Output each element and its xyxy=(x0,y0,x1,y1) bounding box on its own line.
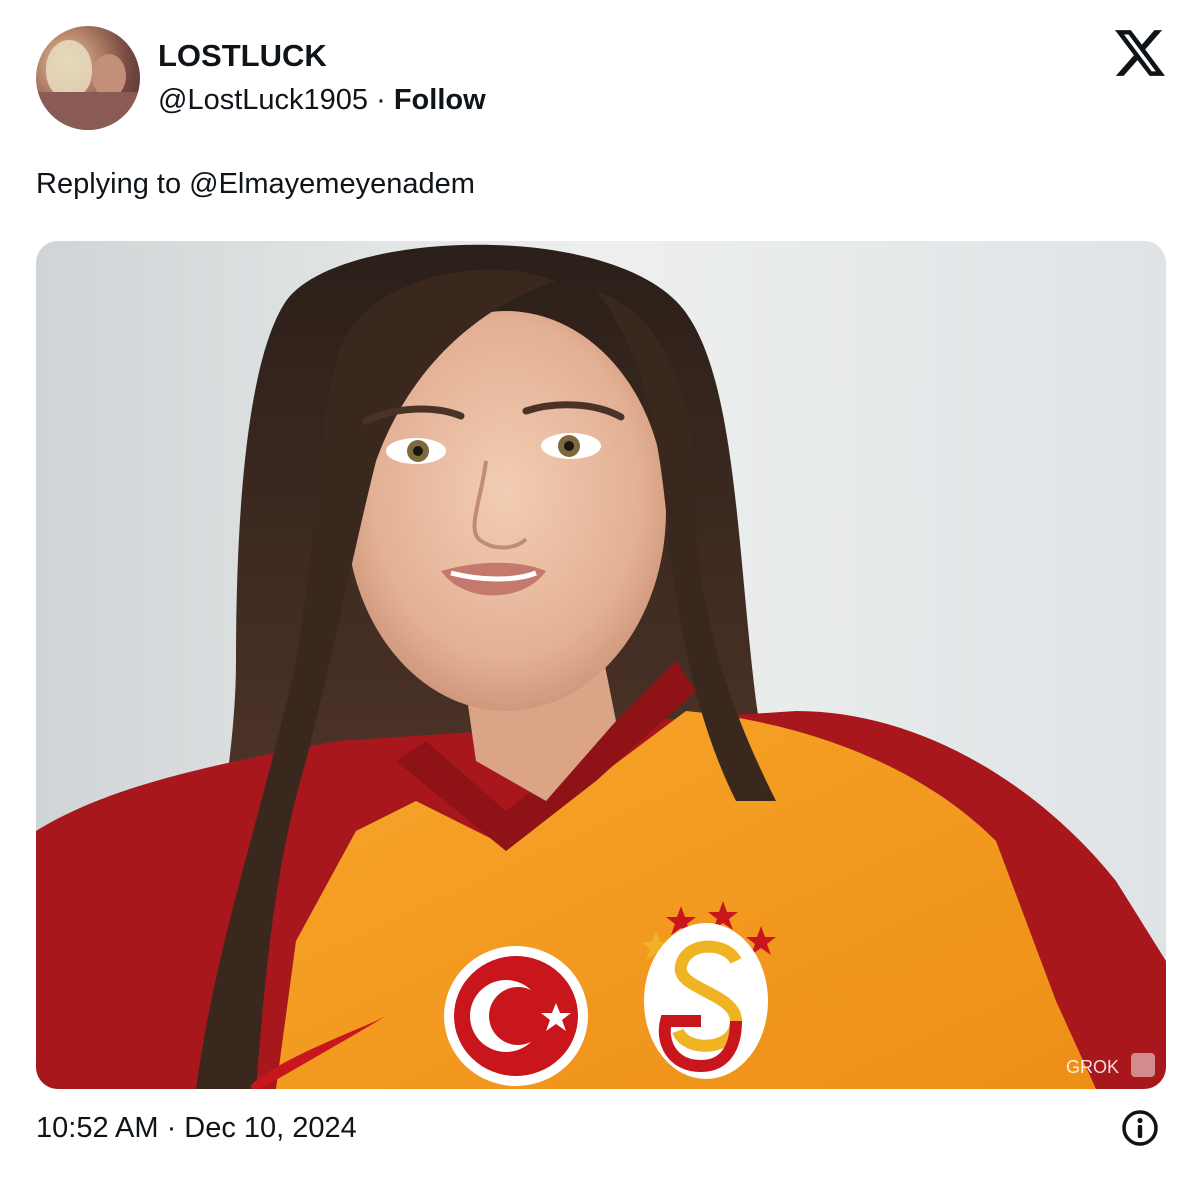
avatar-shoulders xyxy=(36,92,140,130)
author-handle-row: @LostLuck1905 · Follow xyxy=(158,82,486,118)
photo-watermark: GROK xyxy=(1066,1057,1119,1077)
avatar-figure-1 xyxy=(46,40,92,98)
info-icon[interactable] xyxy=(1120,1108,1160,1148)
follow-button[interactable]: Follow xyxy=(394,84,486,116)
handle-separator: · xyxy=(376,84,386,116)
photo-illustration: GROK xyxy=(36,241,1166,1089)
reply-context[interactable]: Replying to @Elmayemeyenadem xyxy=(36,166,475,202)
author-display-name[interactable]: LOSTLUCK xyxy=(158,38,327,74)
author-handle[interactable]: @LostLuck1905 xyxy=(158,84,368,116)
x-logo-icon[interactable] xyxy=(1115,30,1165,76)
author-avatar[interactable] xyxy=(36,26,140,130)
tweet-timestamp[interactable]: 10:52 AM · Dec 10, 2024 xyxy=(36,1110,357,1146)
tweet-photo[interactable]: GROK xyxy=(36,241,1166,1089)
